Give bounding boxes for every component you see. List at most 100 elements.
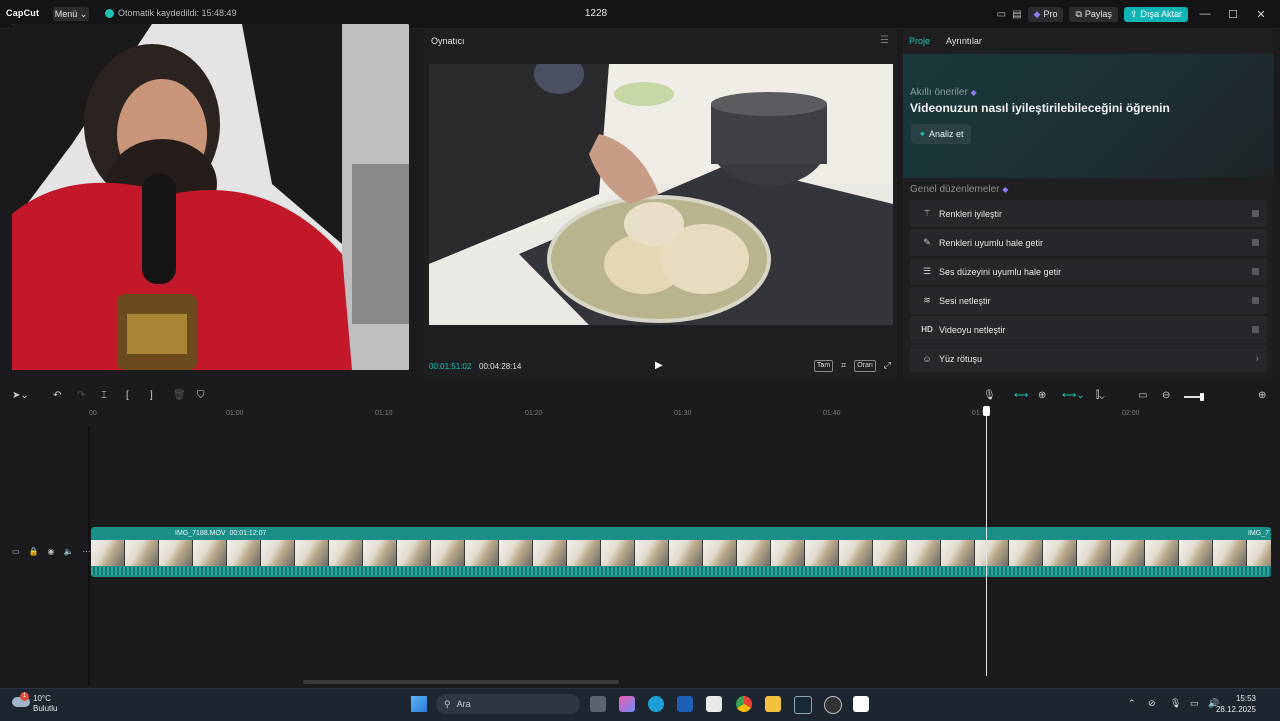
clip-thumbnail [873,540,907,566]
clip-thumbnail [635,540,669,566]
top-right-controls: ▭ ▤ ◆ Pro ⧉ Paylaş ⇪ Dışa Aktar — ☐ ✕ [997,0,1280,28]
playhead[interactable] [986,406,987,676]
share-button[interactable]: ⧉ Paylaş [1069,6,1118,22]
lock-icon[interactable]: 🔒 [29,547,39,556]
toggle[interactable] [1252,210,1259,217]
delete-icon[interactable]: 🗑 [173,390,186,401]
chevron-down-icon: ⌄ [77,8,88,19]
analyze-button[interactable]: ✦ Analiz et [911,124,971,144]
shortcut-icon[interactable]: ▤ [1012,9,1021,20]
option-match-colors[interactable]: ✎ Renkleri uyumlu hale getir [910,229,1267,256]
display-icon[interactable]: ▭ [1190,698,1199,709]
expand-icon[interactable]: ⤢ [884,360,891,372]
diamond-icon: ◆ [970,88,977,97]
toggle[interactable] [1252,268,1259,275]
snap-icon[interactable]: ⊕ [1038,390,1046,401]
taskbar-search[interactable]: ⚲ Ara [436,694,580,714]
system-clock[interactable]: 15:53 28.12.2025 [1216,693,1256,715]
toggle[interactable] [1252,297,1259,304]
obs-icon[interactable] [824,696,842,714]
webcam-image [12,24,409,370]
export-button[interactable]: ⇪ Dışa Aktar [1123,6,1188,22]
clip-thumbnail [227,540,261,566]
zoom-in-icon[interactable]: ⊕ [1258,390,1266,401]
chrome-icon[interactable] [736,696,752,712]
total-time: 00:04:28:14 [479,362,522,371]
clip-thumbnail [125,540,159,566]
edge-icon[interactable] [648,696,664,712]
cover-icon[interactable]: ▭ [12,547,20,556]
undo-icon[interactable]: ↶ [53,390,61,401]
link-icon[interactable]: ⟷ [1014,390,1028,401]
clip-thumbnail [601,540,635,566]
minimize-icon[interactable]: — [1194,8,1216,20]
properties-panel: Proje Ayrıntılar Akıllı öneriler ◆ Video… [903,28,1274,380]
video-preview[interactable] [429,64,893,325]
weather-widget[interactable]: 10°C Bulutlu [33,694,57,714]
store-icon[interactable] [706,696,722,712]
select-tool-icon[interactable]: ➤⌄ [12,390,29,401]
microphone-icon[interactable]: 🎙 [983,390,996,401]
export-icon: ⇪ [1129,8,1138,19]
tab-details[interactable]: Ayrıntılar [946,36,982,46]
wand-icon: ⚚ [922,208,932,218]
toggle[interactable] [1252,326,1259,333]
redo-icon[interactable]: ↷ [77,390,85,401]
export-label: Dışa Aktar [1140,9,1182,19]
video-clip[interactable]: IMG_7188.MOV 00:01:12:07 IMG_7 [91,527,1271,577]
outlook-icon[interactable] [677,696,693,712]
ratio-button[interactable]: Oran [854,360,876,372]
hamburger-icon[interactable]: ☰ [880,35,889,46]
ruler-label: 01:20 [525,410,543,417]
play-icon[interactable]: ▶ [655,360,663,371]
toggle[interactable] [1252,239,1259,246]
zoom-slider-handle[interactable] [1200,393,1204,401]
trim-right-icon[interactable]: ] [150,390,153,401]
menu-button[interactable]: Menü ⌄ [53,7,89,21]
option-normalize-audio[interactable]: ☰ Ses düzeyini uyumlu hale getir [910,258,1267,285]
split-icon[interactable]: ⌶ [101,390,107,401]
share-label: Paylaş [1084,9,1112,19]
magnet-icon[interactable]: ⟷⌄ [1062,390,1085,401]
player-title: Oynatıcı [431,36,465,46]
pro-button[interactable]: ◆ Pro [1027,6,1064,22]
file-explorer-icon[interactable] [765,696,781,712]
option-enhance-video[interactable]: HD Videoyu netleştir [910,316,1267,343]
search-placeholder: Ara [456,699,471,709]
tab-project[interactable]: Proje [909,36,930,46]
search-icon: ⚲ [444,698,451,709]
option-face-retouch[interactable]: ☺ Yüz rötuşu › [910,345,1267,372]
option-enhance-voice[interactable]: ≋ Sesi netleştir [910,287,1267,314]
task-view-icon[interactable] [590,696,606,712]
trim-left-icon[interactable]: [ [126,390,129,401]
capcut-icon[interactable] [853,696,869,712]
network-off-icon[interactable]: ⊘ [1148,698,1156,709]
maximize-icon[interactable]: ☐ [1222,8,1244,21]
timeline-scrollbar[interactable] [303,680,619,684]
project-title: 1228 [584,8,608,19]
cloud-saved-icon [105,8,114,18]
chevron-up-icon[interactable]: ⌃ [1128,698,1136,709]
microphone-icon[interactable]: 🎙 [1170,698,1181,709]
steam-icon[interactable] [794,696,812,714]
close-icon[interactable]: ✕ [1250,8,1272,21]
shield-icon[interactable]: ⛉ [197,390,205,401]
layout-icon[interactable]: ▭ [997,9,1006,20]
crop-icon[interactable]: ⌗ [841,360,846,372]
caption-icon[interactable]: ▭ [1138,390,1147,401]
eye-icon[interactable]: ◉ [48,547,55,556]
clip-thumbnail [1077,540,1111,566]
copilot-icon[interactable] [619,696,635,712]
more-icon[interactable]: ⋯ [82,547,90,556]
playhead-handle[interactable] [983,406,990,416]
option-enhance-colors[interactable]: ⚚ Renkleri iyileştir [910,200,1267,227]
windows-start-icon[interactable] [411,696,427,712]
notification-badge: 1 [20,692,29,701]
preview-axis-icon[interactable]: ⫿⌄ [1096,390,1105,401]
smart-suggestions-banner [903,54,1274,178]
speaker-icon[interactable]: 🔈 [64,547,74,556]
zoom-out-icon[interactable]: ⊖ [1162,390,1170,401]
clip-thumbnail [1009,540,1043,566]
option-label: Renkleri uyumlu hale getir [939,237,1044,248]
fullscreen-mode-button[interactable]: Tam [813,360,834,372]
